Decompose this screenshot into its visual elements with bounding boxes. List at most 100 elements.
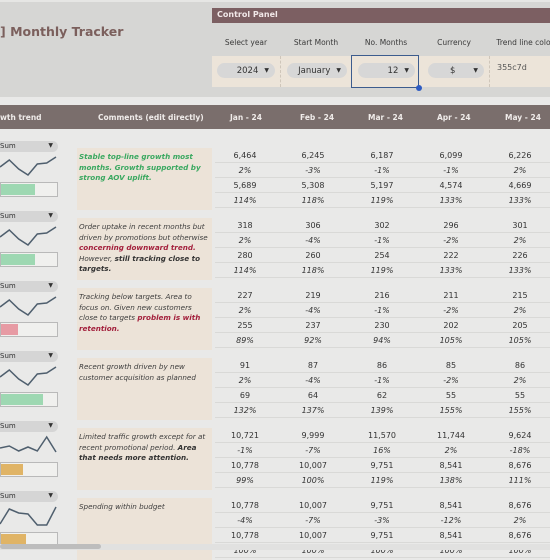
comment-cell[interactable]: Limited traffic growth except for at rec… [77, 428, 212, 490]
table-cell[interactable]: 55 [490, 391, 550, 400]
comment-cell[interactable]: Tracking below targets. Area to focus on… [77, 288, 212, 350]
horizontal-scrollbar-thumb[interactable] [0, 544, 101, 549]
table-cell[interactable]: 86 [490, 361, 550, 370]
table-cell[interactable]: -1% [352, 166, 412, 175]
table-cell[interactable]: -18% [490, 446, 550, 455]
table-cell[interactable]: -12% [421, 516, 481, 525]
table-cell[interactable]: 89% [215, 336, 275, 345]
table-cell[interactable]: 2% [215, 236, 275, 245]
table-cell[interactable]: -4% [215, 516, 275, 525]
table-cell[interactable]: 85 [421, 361, 481, 370]
table-cell[interactable]: -7% [283, 516, 343, 525]
table-cell[interactable]: 8,676 [490, 531, 550, 540]
table-cell[interactable]: 105% [421, 336, 481, 345]
table-cell[interactable]: 5,308 [283, 181, 343, 190]
table-cell[interactable]: 6,187 [352, 151, 412, 160]
table-cell[interactable]: -1% [352, 376, 412, 385]
table-cell[interactable]: 111% [490, 476, 550, 485]
table-cell[interactable]: 9,751 [352, 501, 412, 510]
table-cell[interactable]: 69 [215, 391, 275, 400]
table-cell[interactable]: 10,778 [215, 461, 275, 470]
table-cell[interactable]: 6,245 [283, 151, 343, 160]
table-cell[interactable]: 8,541 [421, 501, 481, 510]
table-cell[interactable]: 5,197 [352, 181, 412, 190]
table-cell[interactable]: -4% [283, 306, 343, 315]
table-cell[interactable]: 2% [490, 306, 550, 315]
table-cell[interactable]: 216 [352, 291, 412, 300]
table-cell[interactable]: 2% [490, 166, 550, 175]
table-cell[interactable]: 100% [283, 476, 343, 485]
table-cell[interactable]: -1% [421, 166, 481, 175]
table-cell[interactable]: 202 [421, 321, 481, 330]
table-cell[interactable]: 254 [352, 251, 412, 260]
table-cell[interactable]: 222 [421, 251, 481, 260]
aggregate-dropdown[interactable]: Sum ▼ [0, 421, 58, 432]
table-cell[interactable]: -2% [421, 236, 481, 245]
table-cell[interactable]: 2% [490, 516, 550, 525]
table-cell[interactable]: 133% [490, 266, 550, 275]
table-cell[interactable]: 6,464 [215, 151, 275, 160]
table-cell[interactable]: -1% [352, 236, 412, 245]
table-cell[interactable]: 86 [352, 361, 412, 370]
aggregate-dropdown[interactable]: Sum ▼ [0, 351, 58, 362]
table-cell[interactable]: 119% [352, 266, 412, 275]
aggregate-dropdown[interactable]: Sum ▼ [0, 141, 58, 152]
table-cell[interactable]: 2% [490, 376, 550, 385]
table-cell[interactable]: 114% [215, 266, 275, 275]
table-cell[interactable]: 2% [490, 236, 550, 245]
table-cell[interactable]: 6,099 [421, 151, 481, 160]
table-cell[interactable]: 10,007 [283, 461, 343, 470]
table-cell[interactable]: 211 [421, 291, 481, 300]
table-cell[interactable]: 9,999 [283, 431, 343, 440]
table-cell[interactable]: 301 [490, 221, 550, 230]
table-cell[interactable]: 91 [215, 361, 275, 370]
table-cell[interactable]: 105% [490, 336, 550, 345]
table-cell[interactable]: 10,721 [215, 431, 275, 440]
table-cell[interactable]: 8,541 [421, 461, 481, 470]
table-cell[interactable]: 9,751 [352, 531, 412, 540]
table-cell[interactable]: -1% [352, 306, 412, 315]
table-cell[interactable]: -2% [421, 306, 481, 315]
table-cell[interactable]: 237 [283, 321, 343, 330]
table-cell[interactable]: 2% [215, 376, 275, 385]
table-cell[interactable]: 2% [421, 446, 481, 455]
table-cell[interactable]: 138% [421, 476, 481, 485]
table-cell[interactable]: 8,541 [421, 531, 481, 540]
comment-cell[interactable]: Stable top-line growth most months. Grow… [77, 148, 212, 210]
trend-line-color-input[interactable]: 355c7d [497, 63, 527, 72]
aggregate-dropdown[interactable]: Sum ▼ [0, 211, 58, 222]
table-cell[interactable]: 205 [490, 321, 550, 330]
table-cell[interactable]: -1% [215, 446, 275, 455]
table-cell[interactable]: 10,007 [283, 531, 343, 540]
comment-cell[interactable]: Order uptake in recent months but driven… [77, 218, 212, 280]
table-cell[interactable]: 9,751 [352, 461, 412, 470]
table-cell[interactable]: 155% [421, 406, 481, 415]
table-cell[interactable]: 296 [421, 221, 481, 230]
aggregate-dropdown[interactable]: Sum ▼ [0, 491, 58, 502]
currency-dropdown[interactable]: $ ▼ [428, 63, 484, 78]
table-cell[interactable]: 6,226 [490, 151, 550, 160]
table-cell[interactable]: -2% [421, 376, 481, 385]
start-month-dropdown[interactable]: January ▼ [287, 63, 347, 78]
table-cell[interactable]: 227 [215, 291, 275, 300]
table-cell[interactable]: 132% [215, 406, 275, 415]
table-cell[interactable]: -4% [283, 376, 343, 385]
table-cell[interactable]: 302 [352, 221, 412, 230]
comment-cell[interactable]: Recent growth driven by new customer acq… [77, 358, 212, 420]
table-cell[interactable]: -3% [283, 166, 343, 175]
table-cell[interactable]: 10,778 [215, 501, 275, 510]
table-cell[interactable]: 16% [352, 446, 412, 455]
table-cell[interactable]: 215 [490, 291, 550, 300]
table-cell[interactable]: 11,744 [421, 431, 481, 440]
table-cell[interactable]: 9,624 [490, 431, 550, 440]
table-cell[interactable]: 4,669 [490, 181, 550, 190]
table-cell[interactable]: 92% [283, 336, 343, 345]
table-cell[interactable]: 219 [283, 291, 343, 300]
table-cell[interactable]: 94% [352, 336, 412, 345]
table-cell[interactable]: 133% [421, 196, 481, 205]
table-cell[interactable]: 118% [283, 196, 343, 205]
table-cell[interactable]: 114% [215, 196, 275, 205]
fill-handle[interactable] [416, 85, 422, 91]
table-cell[interactable]: 2% [215, 306, 275, 315]
table-cell[interactable]: 64 [283, 391, 343, 400]
